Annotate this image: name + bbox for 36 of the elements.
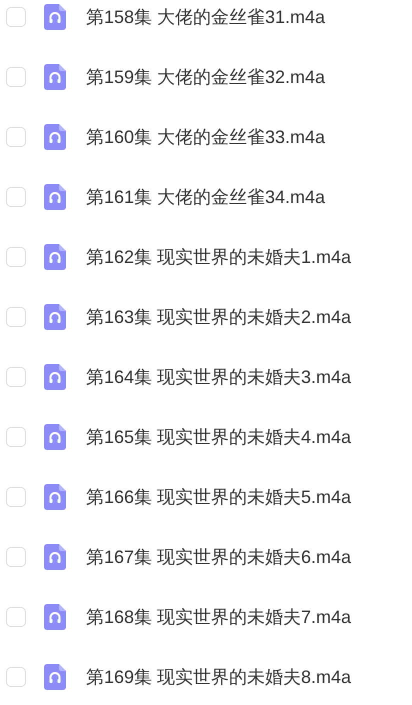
file-name[interactable]: 第166集 现实世界的未婚夫5.m4a: [86, 484, 352, 510]
audio-file-icon: [44, 64, 66, 90]
file-name[interactable]: 第169集 现实世界的未婚夫8.m4a: [86, 664, 352, 690]
file-name[interactable]: 第165集 现实世界的未婚夫4.m4a: [86, 424, 352, 450]
audio-file-icon: [44, 4, 66, 30]
file-name[interactable]: 第158集 大佬的金丝雀31.m4a: [86, 4, 326, 30]
file-name[interactable]: 第164集 现实世界的未婚夫3.m4a: [86, 364, 352, 390]
audio-file-icon: [44, 484, 66, 510]
file-name[interactable]: 第167集 现实世界的未婚夫6.m4a: [86, 544, 352, 570]
file-name[interactable]: 第168集 现实世界的未婚夫7.m4a: [86, 604, 352, 630]
checkbox[interactable]: [6, 547, 26, 567]
checkbox[interactable]: [6, 367, 26, 387]
checkbox[interactable]: [6, 67, 26, 87]
checkbox[interactable]: [6, 487, 26, 507]
audio-file-icon: [44, 364, 66, 390]
audio-file-icon: [44, 544, 66, 570]
checkbox[interactable]: [6, 187, 26, 207]
file-name[interactable]: 第161集 大佬的金丝雀34.m4a: [86, 184, 326, 210]
file-name[interactable]: 第160集 大佬的金丝雀33.m4a: [86, 124, 326, 150]
audio-file-icon: [44, 244, 66, 270]
checkbox[interactable]: [6, 607, 26, 627]
audio-file-icon: [44, 304, 66, 330]
checkbox[interactable]: [6, 667, 26, 687]
audio-file-icon: [44, 124, 66, 150]
audio-file-icon: [44, 664, 66, 690]
checkbox[interactable]: [6, 7, 26, 27]
checkbox[interactable]: [6, 307, 26, 327]
checkbox[interactable]: [6, 427, 26, 447]
checkbox[interactable]: [6, 127, 26, 147]
file-name[interactable]: 第162集 现实世界的未婚夫1.m4a: [86, 244, 352, 270]
audio-file-icon: [44, 424, 66, 450]
checkbox[interactable]: [6, 247, 26, 267]
file-name[interactable]: 第159集 大佬的金丝雀32.m4a: [86, 64, 326, 90]
file-name[interactable]: 第163集 现实世界的未婚夫2.m4a: [86, 304, 352, 330]
audio-file-icon: [44, 604, 66, 630]
audio-file-icon: [44, 184, 66, 210]
